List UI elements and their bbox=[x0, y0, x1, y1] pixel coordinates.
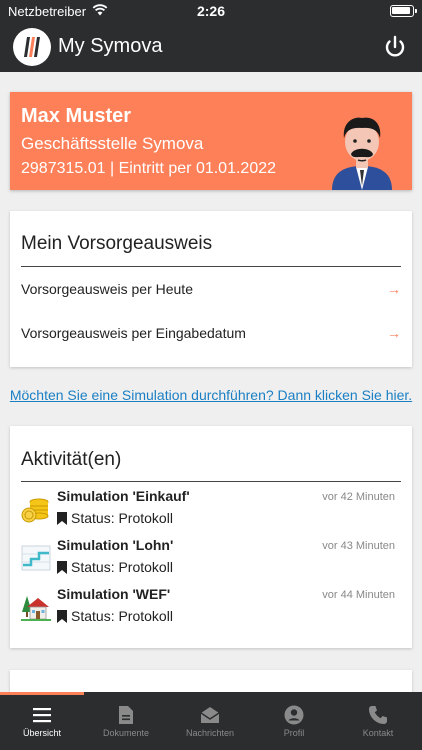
tab-label: Nachrichten bbox=[185, 728, 235, 738]
tab-label: Dokumente bbox=[102, 728, 150, 738]
partial-card bbox=[10, 670, 412, 694]
vorsorgeausweis-eingabedatum-link[interactable]: Vorsorgeausweis per Eingabedatum → bbox=[21, 325, 401, 345]
profile-card: Max Muster Geschäftsstelle Symova 298731… bbox=[10, 92, 412, 190]
activity-item[interactable]: Simulation 'WEF' Status: Protokoll vor 4… bbox=[21, 586, 401, 632]
arrow-right-icon: → bbox=[387, 325, 401, 341]
coins-icon bbox=[21, 498, 49, 523]
tab-bar: Übersicht Dokumente Nachrichten Profil K… bbox=[0, 692, 422, 750]
bookmark-icon bbox=[57, 561, 67, 574]
bookmark-icon bbox=[57, 610, 67, 623]
tab-label: Übersicht bbox=[22, 728, 61, 738]
profile-icon bbox=[284, 705, 304, 725]
avatar-icon bbox=[332, 117, 392, 190]
activities-title: Aktivität(en) bbox=[21, 449, 122, 470]
tab-profil[interactable]: Profil bbox=[252, 692, 336, 750]
divider bbox=[21, 481, 401, 482]
symova-logo-icon bbox=[13, 28, 51, 66]
tab-label: Kontakt bbox=[362, 728, 394, 738]
activity-status-text: Status: Protokoll bbox=[71, 559, 173, 575]
vorsorgeausweis-eingabedatum-label: Vorsorgeausweis per Eingabedatum bbox=[21, 325, 246, 341]
activity-status-text: Status: Protokoll bbox=[71, 510, 173, 526]
power-icon[interactable] bbox=[382, 34, 408, 60]
phone-icon bbox=[369, 706, 387, 724]
tab-label: Profil bbox=[283, 728, 305, 738]
activity-title: Simulation 'WEF' bbox=[57, 586, 171, 602]
bookmark-icon bbox=[57, 512, 67, 525]
vorsorgeausweis-heute-link[interactable]: Vorsorgeausweis per Heute → bbox=[21, 281, 401, 301]
activities-card: Aktivität(en) Simulation 'Einkauf' Statu… bbox=[10, 426, 412, 648]
activity-status-text: Status: Protokoll bbox=[71, 608, 173, 624]
activity-time: vor 43 Minuten bbox=[322, 540, 395, 552]
status-bar: Netzbetreiber 2:26 bbox=[0, 0, 422, 22]
activity-item[interactable]: Simulation 'Einkauf' Status: Protokoll v… bbox=[21, 488, 401, 534]
activity-status: Status: Protokoll bbox=[57, 608, 173, 624]
salary-chart-icon bbox=[21, 545, 51, 571]
app-header: My Symova bbox=[0, 22, 422, 72]
document-icon bbox=[119, 706, 133, 724]
activity-status: Status: Protokoll bbox=[57, 559, 173, 575]
house-icon bbox=[21, 596, 51, 621]
menu-icon bbox=[33, 708, 51, 723]
tab-uebersicht[interactable]: Übersicht bbox=[0, 692, 84, 750]
profile-name: Max Muster bbox=[21, 105, 132, 127]
profile-office: Geschäftsstelle Symova bbox=[21, 134, 204, 153]
simulation-link[interactable]: Möchten Sie eine Simulation durchführen?… bbox=[0, 387, 422, 403]
tab-nachrichten[interactable]: Nachrichten bbox=[168, 692, 252, 750]
vorsorgeausweis-card: Mein Vorsorgeausweis Vorsorgeausweis per… bbox=[10, 211, 412, 367]
profile-meta: 2987315.01 | Eintritt per 01.01.2022 bbox=[21, 160, 277, 177]
activity-title: Simulation 'Lohn' bbox=[57, 537, 174, 553]
activity-title: Simulation 'Einkauf' bbox=[57, 488, 190, 504]
vorsorgeausweis-title: Mein Vorsorgeausweis bbox=[21, 233, 213, 254]
divider bbox=[21, 266, 401, 267]
activity-time: vor 44 Minuten bbox=[322, 589, 395, 601]
tab-kontakt[interactable]: Kontakt bbox=[336, 692, 420, 750]
battery-icon bbox=[390, 5, 417, 17]
activity-status: Status: Protokoll bbox=[57, 510, 173, 526]
activity-time: vor 42 Minuten bbox=[322, 491, 395, 503]
vorsorgeausweis-heute-label: Vorsorgeausweis per Heute bbox=[21, 281, 193, 297]
clock: 2:26 bbox=[196, 3, 226, 19]
activity-item[interactable]: Simulation 'Lohn' Status: Protokoll vor … bbox=[21, 537, 401, 583]
app-title: My Symova bbox=[58, 35, 163, 57]
arrow-right-icon: → bbox=[387, 281, 401, 297]
mail-icon bbox=[200, 707, 220, 723]
tab-dokumente[interactable]: Dokumente bbox=[84, 692, 168, 750]
